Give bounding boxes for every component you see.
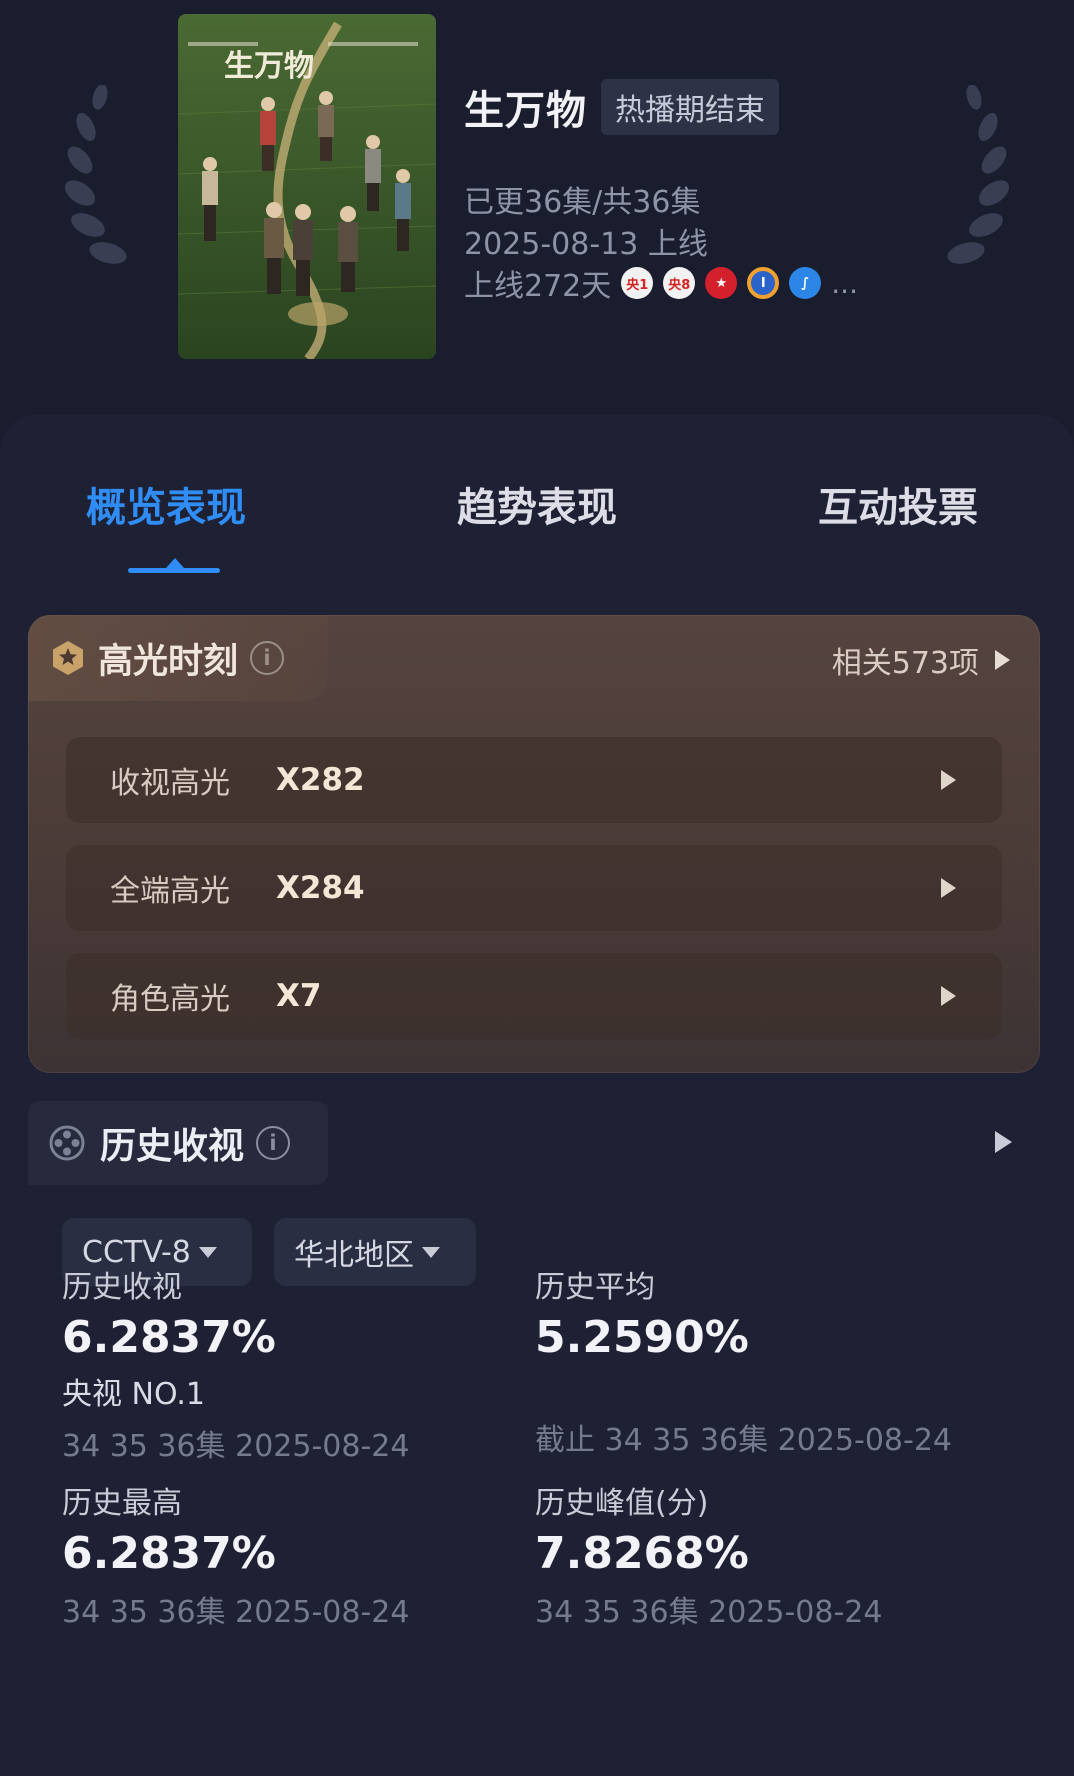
- stat-sub: 34 35 36集 2025-08-24: [62, 1429, 410, 1464]
- highlight-related-link[interactable]: 相关573项: [832, 638, 1010, 682]
- stat-value: 6.2837%: [62, 1528, 276, 1579]
- stat-label: 历史最高: [62, 1486, 182, 1521]
- cctv1-icon: 央1: [621, 267, 654, 299]
- highlight-row-value: X284: [276, 870, 365, 906]
- chevron-down-icon: [198, 1246, 217, 1258]
- history-title: 历史收视: [100, 1126, 245, 1167]
- highlight-title: 高光时刻: [98, 641, 239, 682]
- tab-vote[interactable]: 互动投票: [818, 475, 978, 533]
- stat-sub: 34 35 36集 2025-08-24: [535, 1595, 883, 1630]
- info-icon[interactable]: i: [256, 1126, 291, 1160]
- stat-value: 7.8268%: [535, 1528, 749, 1579]
- highlight-row-label: 角色高光: [110, 982, 230, 1017]
- tab-bar: 概览表现 趋势表现 互动投票: [0, 475, 1074, 545]
- poster-logo: 生万物: [224, 49, 314, 84]
- stat-sub: 截止 34 35 36集 2025-08-24: [535, 1423, 953, 1458]
- stat-history-rating: 历史收视 6.2837% 央视 NO.1 34 35 36集 2025-08-2…: [62, 1262, 409, 1465]
- highlight-card: 高光时刻 i 相关573项 收视高光 X282 全端高光 X284 角色高光 X…: [28, 615, 1040, 1073]
- channel-row: 上线272天 央1 央8 ★ I ∫ ...: [464, 261, 858, 305]
- chevron-down-icon: [422, 1246, 440, 1258]
- stat-history-peak: 历史峰值(分) 7.8268% 34 35 36集 2025-08-24: [535, 1478, 882, 1631]
- film-reel-icon: [49, 1125, 85, 1161]
- arrow-right-icon: [995, 650, 1010, 670]
- play-arrow-icon: [941, 878, 956, 898]
- highlight-row-value: X7: [276, 978, 322, 1014]
- status-badge: 热播期结束: [601, 79, 779, 135]
- poster-artwork: 生万物: [178, 14, 436, 359]
- highlight-header: 高光时刻 i: [28, 615, 328, 701]
- laurel-right-icon: [947, 85, 1010, 264]
- release-date: 2025-08-13 上线: [464, 227, 708, 262]
- highlight-row-label: 收视高光: [110, 766, 230, 801]
- episode-count: 已更36集/共36集: [464, 185, 701, 220]
- show-header: 生万物 生万物 热播期结束 已更36集/共36集 2025-08-13 上线 上…: [0, 0, 1074, 420]
- show-poster[interactable]: 生万物: [178, 14, 436, 359]
- stat-history-highest: 历史最高 6.2837% 34 35 36集 2025-08-24: [62, 1478, 409, 1631]
- show-title: 生万物: [464, 88, 587, 134]
- stat-sub: 34 35 36集 2025-08-24: [62, 1595, 410, 1630]
- stat-label: 历史平均: [535, 1270, 655, 1305]
- star-badge-icon: [50, 640, 86, 676]
- highlight-row-value: X282: [276, 762, 365, 798]
- hunan-tv-icon: I: [747, 267, 780, 299]
- tab-indicator-caret: [166, 558, 184, 568]
- highlight-row-label: 全端高光: [110, 874, 230, 909]
- zhejiang-tv-icon: ∫: [789, 267, 822, 299]
- play-arrow-icon: [941, 986, 956, 1006]
- more-channels[interactable]: ...: [831, 267, 858, 300]
- tab-overview[interactable]: 概览表现: [86, 475, 246, 533]
- dragon-tv-icon: ★: [705, 267, 738, 299]
- title-row: 生万物 热播期结束: [464, 78, 779, 136]
- stat-value: 6.2837%: [62, 1312, 276, 1363]
- highlight-related-count: 相关573项: [831, 646, 979, 681]
- highlight-row-ratings[interactable]: 收视高光 X282: [66, 737, 1002, 823]
- highlight-row-allplatform[interactable]: 全端高光 X284: [66, 845, 1002, 931]
- tab-trend[interactable]: 趋势表现: [457, 475, 617, 533]
- stat-value: 5.2590%: [535, 1312, 749, 1363]
- stat-rank: 央视 NO.1: [62, 1377, 205, 1412]
- play-arrow-icon: [941, 770, 956, 790]
- stat-label: 历史收视: [62, 1270, 182, 1305]
- laurel-left-icon: [64, 85, 127, 264]
- cctv8-icon: 央8: [663, 267, 696, 299]
- history-header: 历史收视 i: [28, 1101, 328, 1185]
- highlight-row-character[interactable]: 角色高光 X7: [66, 953, 1002, 1039]
- history-more-arrow-icon[interactable]: [995, 1131, 1012, 1153]
- info-icon[interactable]: i: [250, 641, 285, 675]
- stat-history-average: 历史平均 5.2590% 截止 34 35 36集 2025-08-24: [535, 1262, 952, 1459]
- tab-indicator: [128, 568, 220, 573]
- stat-label: 历史峰值(分): [535, 1486, 709, 1521]
- days-online: 上线272天: [464, 269, 612, 304]
